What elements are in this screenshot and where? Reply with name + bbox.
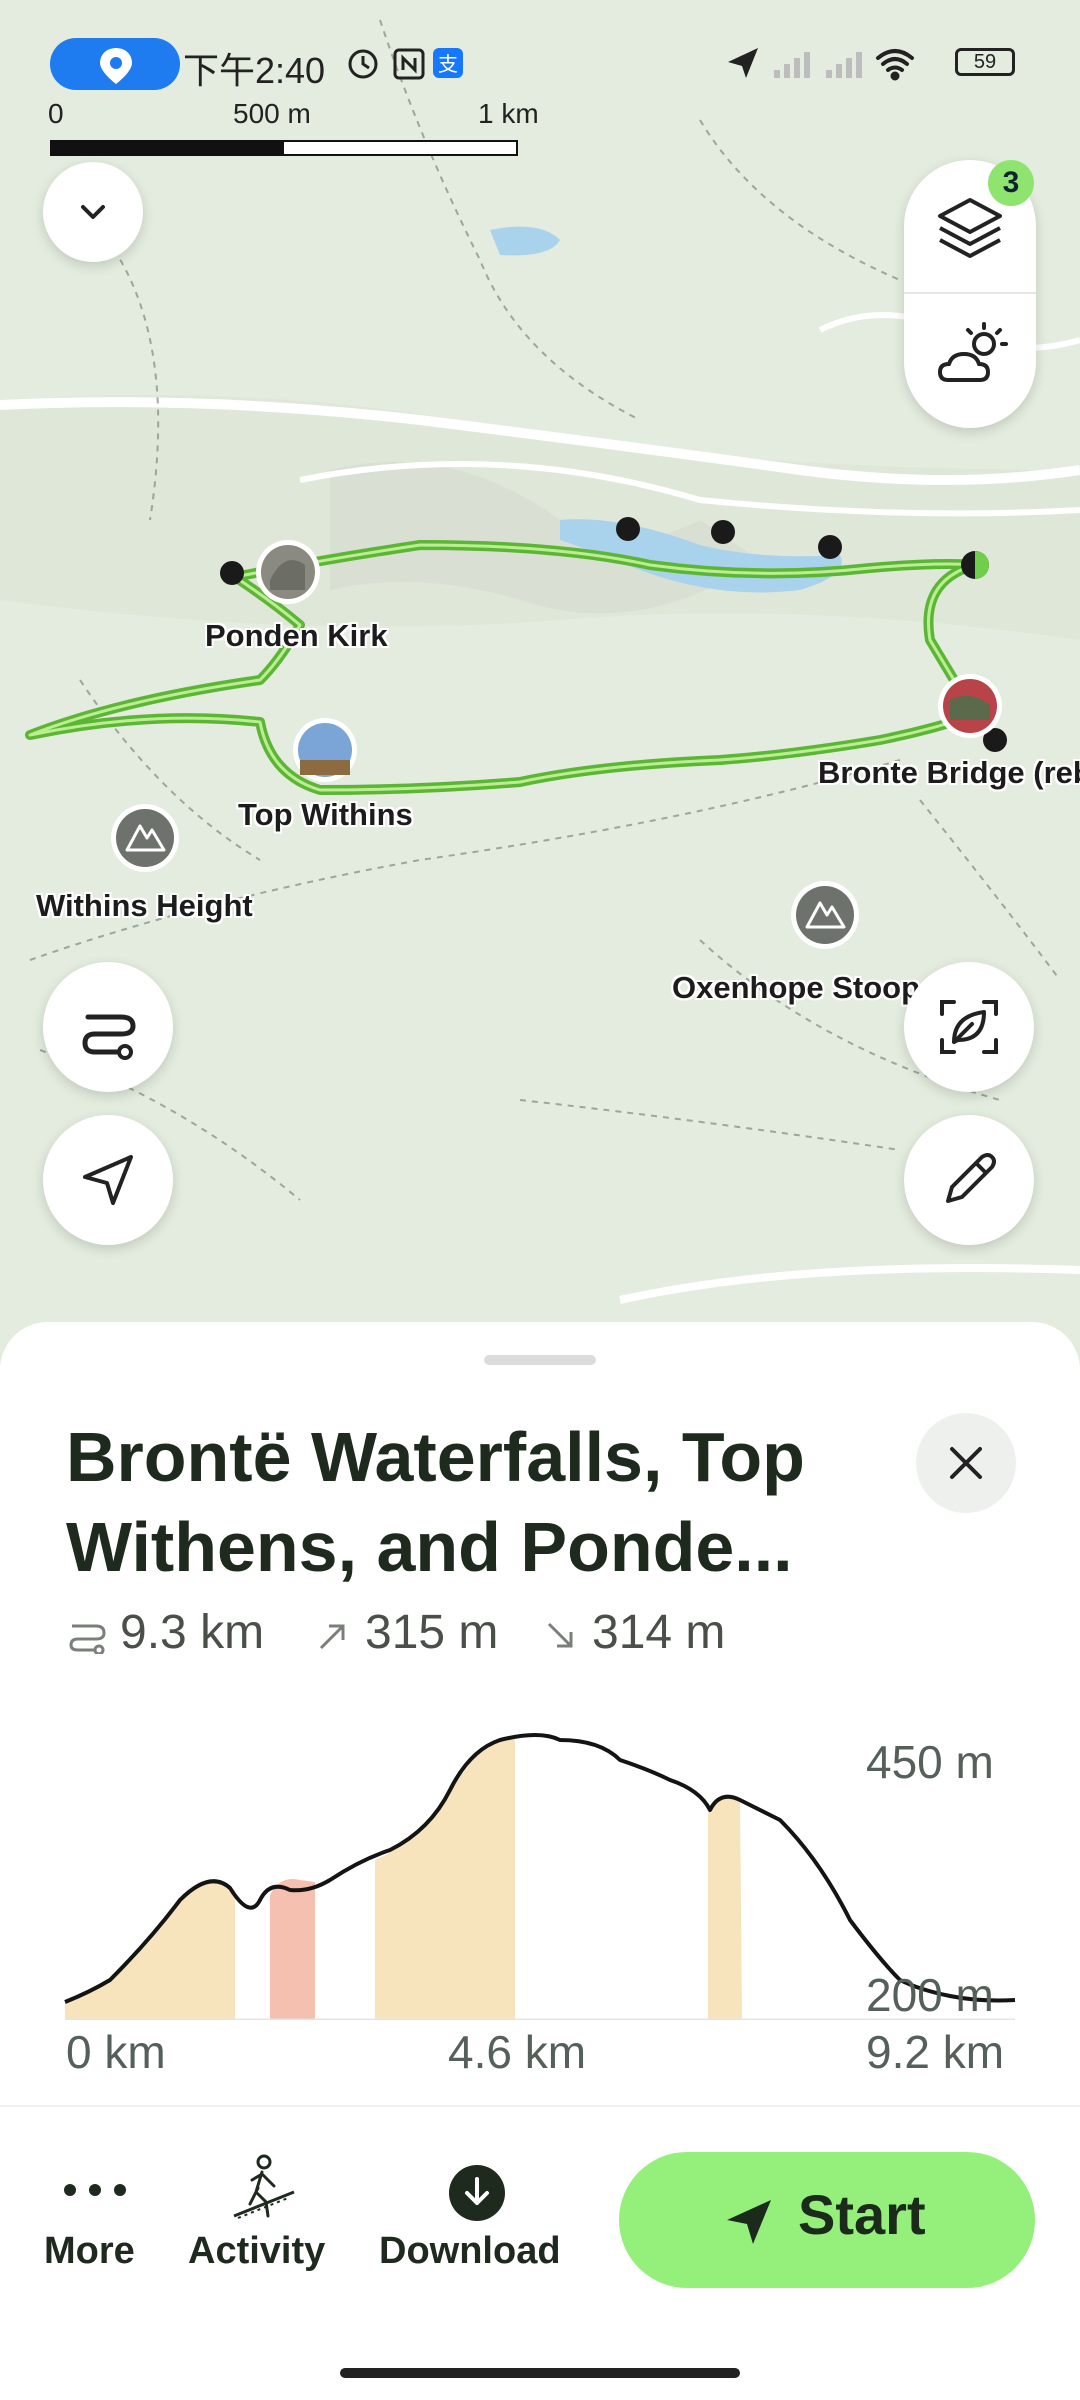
scale-bar <box>50 140 518 156</box>
close-button[interactable] <box>916 1413 1016 1513</box>
scale-label-zero: 0 <box>48 98 64 129</box>
route-point[interactable] <box>616 517 640 541</box>
eco-scan-button[interactable] <box>904 962 1034 1092</box>
location-pin-icon <box>100 48 132 84</box>
home-indicator[interactable] <box>340 2368 740 2378</box>
download-label: Download <box>379 2230 561 2272</box>
close-icon <box>950 1447 982 1479</box>
svg-text:支: 支 <box>438 52 458 76</box>
activity-label: Activity <box>188 2230 326 2272</box>
status-icons-left: 支 <box>348 48 463 80</box>
start-label: Start <box>798 2183 926 2246</box>
route-point[interactable] <box>220 561 244 585</box>
route-title: Brontë Waterfalls, Top Withens, and Pond… <box>66 1418 805 1586</box>
distance-mid-label: 4.6 km <box>448 2026 587 2078</box>
ascent-arrow-icon <box>319 1624 345 1650</box>
alarm-icon <box>348 49 378 79</box>
mountain-peak-icon[interactable] <box>791 881 859 949</box>
navigation-arrow-icon <box>727 2200 771 2244</box>
map-label-withins-height[interactable]: Withins Height <box>36 888 253 924</box>
location-pill <box>50 38 180 90</box>
route-distance: 9.3 km <box>120 1606 265 1659</box>
route-descent: 314 m <box>592 1606 726 1659</box>
distance-icon <box>69 1624 106 1654</box>
route-icon <box>82 1014 136 1060</box>
more-label: More <box>44 2230 135 2272</box>
signal-icon <box>826 52 862 78</box>
hiker-icon <box>233 2154 295 2219</box>
status-bar: 下午2:40 支 59 <box>0 36 1080 91</box>
route-ascent: 315 m <box>365 1606 499 1659</box>
chevron-down-icon <box>81 205 105 219</box>
route-button[interactable] <box>43 962 173 1092</box>
layers-count-badge: 3 <box>988 160 1034 206</box>
route-point[interactable] <box>711 520 735 544</box>
nfc-icon <box>393 48 425 80</box>
clock: 下午2:40 <box>183 50 326 91</box>
download-icon <box>449 2165 505 2221</box>
scale-label-end: 1 km <box>478 98 539 129</box>
leaf-scan-icon <box>940 1000 998 1054</box>
poi-photo-ponden-kirk[interactable] <box>256 540 320 604</box>
route-point[interactable] <box>818 535 842 559</box>
battery-icon: 59 <box>955 48 1015 76</box>
navigation-arrow-icon <box>83 1155 133 1205</box>
my-location-button[interactable] <box>43 1115 173 1245</box>
more-dots-icon <box>64 2184 126 2196</box>
elevation-max-label: 450 m <box>866 1736 994 1788</box>
status-icons-right <box>728 48 914 81</box>
map-label-bronte-bridge[interactable]: Bronte Bridge (rebu <box>818 755 1080 791</box>
map-view[interactable]: Ponden Kirk Top Withins Withins Height B… <box>0 0 1080 1360</box>
signal-icon <box>774 52 810 78</box>
distance-start-label: 0 km <box>66 2026 166 2078</box>
divider <box>0 2105 1080 2107</box>
map-label-oxenhope-stoop[interactable]: Oxenhope Stoop <box>672 970 920 1006</box>
wifi-icon <box>876 49 914 81</box>
descent-arrow-icon <box>547 1622 573 1648</box>
poi-photo-top-withins[interactable] <box>293 718 357 782</box>
sheet-drag-handle[interactable] <box>484 1355 596 1365</box>
navigation-arrow-icon <box>728 48 758 78</box>
alipay-icon: 支 <box>433 48 463 78</box>
elevation-min-label: 200 m <box>866 1969 994 2021</box>
poi-photo-bronte-bridge[interactable] <box>938 674 1002 738</box>
distance-end-label: 9.2 km <box>866 2026 1005 2078</box>
pencil-icon <box>946 1153 996 1203</box>
map-label-top-withins[interactable]: Top Withins <box>238 797 413 833</box>
map-label-ponden-kirk[interactable]: Ponden Kirk <box>205 618 388 654</box>
scale-label-mid: 500 m <box>233 98 311 129</box>
weather-icon[interactable] <box>904 294 1036 426</box>
mountain-peak-icon[interactable] <box>111 804 179 872</box>
edit-route-button[interactable] <box>904 1115 1034 1245</box>
collapse-button[interactable] <box>43 162 143 262</box>
